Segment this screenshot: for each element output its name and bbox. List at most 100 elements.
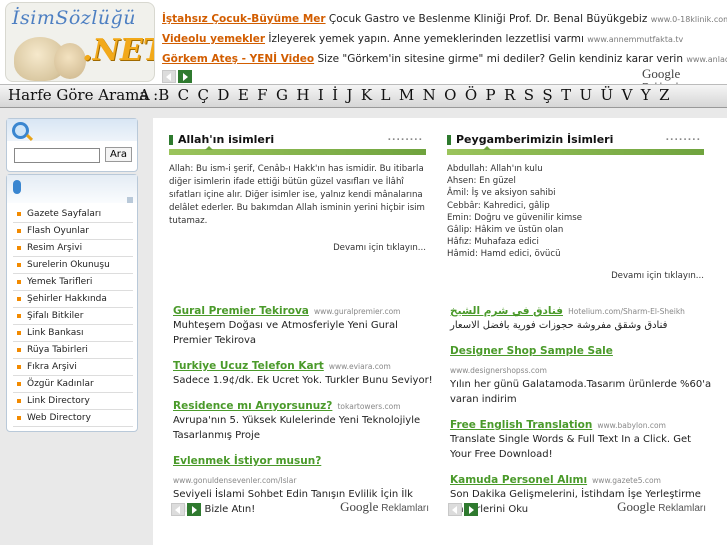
search-header: [7, 119, 137, 141]
left-ads-footer: Google Reklamları: [171, 499, 429, 516]
ad-url[interactable]: www.eviara.com: [329, 362, 391, 371]
google-logo: Google: [617, 499, 656, 514]
ad-url[interactable]: www.guralpremier.com: [314, 307, 400, 316]
letter-link[interactable]: Ö: [465, 86, 477, 104]
search-box: Ara: [6, 118, 138, 172]
menu-item[interactable]: Resim Arşivi: [13, 240, 133, 257]
search-button[interactable]: Ara: [105, 147, 132, 162]
top-ad-text: Çocuk Gastro ve Beslenme Kliniği Prof. D…: [328, 13, 648, 25]
section-title-text[interactable]: Peygamberimizin İsimleri: [456, 133, 613, 146]
menu-item[interactable]: Link Bankası: [13, 325, 133, 342]
letter-link[interactable]: A: [139, 86, 150, 104]
menu-item[interactable]: Özgür Kadınlar: [13, 376, 133, 393]
menu-item[interactable]: Şifalı Bitkiler: [13, 308, 133, 325]
right-ads-footer: Google Reklamları: [448, 499, 706, 516]
letter-link[interactable]: M: [399, 86, 414, 104]
ad-title-line: Gural Premier Tekirova www.guralpremier.…: [173, 299, 435, 318]
search-input[interactable]: [14, 148, 100, 163]
letter-link[interactable]: Ş: [542, 86, 552, 104]
ad-title-link[interactable]: Free English Translation: [450, 419, 592, 431]
letter-link[interactable]: Y: [641, 86, 651, 104]
letter-link[interactable]: L: [381, 86, 391, 104]
ad-title-line: Evlenmek İstiyor musun? www.gonuldenseve…: [173, 449, 435, 487]
menu-item[interactable]: Gazete Sayfaları: [13, 206, 133, 223]
menu-item[interactable]: Flash Oyunlar: [13, 223, 133, 240]
google-logo: Google: [642, 66, 681, 81]
top-ad-title[interactable]: İştahsız Çocuk-Büyüme Mer: [162, 13, 326, 25]
letter-link[interactable]: J: [347, 86, 353, 104]
read-more-link[interactable]: Devamı için tıklayın...: [169, 243, 426, 253]
letter-link[interactable]: H: [296, 86, 309, 104]
ad-title-line: Kamuda Personel Alımı www.gazete5.com: [450, 468, 712, 487]
ad-title-link[interactable]: Gural Premier Tekirova: [173, 305, 309, 317]
letter-link[interactable]: F: [257, 86, 267, 104]
top-ad-title[interactable]: Videolu yemekler: [162, 33, 265, 45]
letter-link[interactable]: T: [561, 86, 571, 104]
prev-arrow-icon[interactable]: [162, 70, 176, 83]
letter-link[interactable]: D: [217, 86, 229, 104]
letter-link[interactable]: İ: [332, 86, 338, 104]
letter-link[interactable]: E: [238, 86, 249, 104]
top-ad: Görkem Ateş - YENİ Video Size "Görkem'in…: [162, 49, 727, 69]
google-ads-label[interactable]: Google Reklamları: [340, 499, 429, 515]
ad-description: Muhteşem Doğası ve Atmosferiyle Yeni Gur…: [173, 320, 398, 346]
prev-arrow-icon[interactable]: [171, 503, 185, 516]
ad-title-link[interactable]: Evlenmek İstiyor musun?: [173, 455, 321, 467]
letter-link[interactable]: V: [622, 86, 633, 104]
read-more-link[interactable]: Devamı için tıklayın...: [447, 271, 704, 281]
section-bar: [447, 146, 704, 155]
site-logo[interactable]: İsimSözlüğü .NET: [5, 2, 155, 82]
letter-link[interactable]: O: [444, 86, 456, 104]
letter-link[interactable]: R: [504, 86, 515, 104]
top-ad-url[interactable]: www.0-18klinik.com: [651, 15, 727, 24]
letter-link[interactable]: S: [524, 86, 534, 104]
next-arrow-icon[interactable]: [178, 70, 192, 83]
prophet-names-list: Abdullah: Allah'ın kulu Ahsen: En güzel Âm…: [447, 163, 704, 261]
next-arrow-icon[interactable]: [187, 503, 201, 516]
ad-title-link[interactable]: Turkiye Ucuz Telefon Kart: [173, 360, 324, 372]
menu-item[interactable]: Rüya Tabirleri: [13, 342, 133, 359]
ad-url[interactable]: www.gonuldensevenler.com/Islar: [173, 476, 296, 485]
letter-link[interactable]: Ç: [198, 86, 209, 104]
ad-title-link[interactable]: Kamuda Personel Alımı: [450, 474, 587, 486]
letter-link[interactable]: G: [276, 86, 288, 104]
letter-link[interactable]: P: [486, 86, 496, 104]
ad-url[interactable]: www.designershopss.com: [450, 366, 547, 375]
menu-item[interactable]: Yemek Tarifleri: [13, 274, 133, 291]
top-ad-url[interactable]: www.anladuy.net: [686, 55, 727, 64]
top-ad-url[interactable]: www.annemmutfakta.tv: [587, 35, 683, 44]
ad-url[interactable]: Hotelium.com/Sharm-El-Sheikh: [568, 307, 685, 316]
letter-link[interactable]: N: [423, 86, 436, 104]
prev-arrow-icon[interactable]: [448, 503, 462, 516]
menu-item[interactable]: Link Directory: [13, 393, 133, 410]
list-item: Abdullah: Allah'ın kulu: [447, 164, 543, 174]
letter-link[interactable]: K: [361, 86, 372, 104]
letter-link[interactable]: I: [318, 86, 324, 104]
menu-item[interactable]: Surelerin Okunuşu: [13, 257, 133, 274]
ad-url[interactable]: tokartowers.com: [337, 402, 400, 411]
menu-item[interactable]: Web Directory: [13, 410, 133, 427]
ad-title-link[interactable]: Designer Shop Sample Sale: [450, 345, 613, 357]
letter-link[interactable]: U: [579, 86, 592, 104]
ad-url[interactable]: www.gazete5.com: [592, 476, 661, 485]
next-arrow-icon[interactable]: [464, 503, 478, 516]
alphabet-label: Harfe Göre Arama :: [8, 86, 159, 104]
prophet-names-section: Peygamberimizin İsimleri........ Abdulla…: [447, 133, 704, 281]
letter-link[interactable]: Ü: [601, 86, 614, 104]
letter-link[interactable]: B: [158, 86, 169, 104]
list-item: Hâfız: Muhafaza edici: [447, 237, 539, 248]
top-ad-title[interactable]: Görkem Ateş - YENİ Video: [162, 53, 314, 65]
ad-title-link[interactable]: فنادق في شرم الشيخ: [450, 305, 563, 317]
google-ads-label[interactable]: Google Reklamları: [617, 499, 706, 515]
menu-item[interactable]: Fıkra Arşivi: [13, 359, 133, 376]
menu-item[interactable]: Şehirler Hakkında: [13, 291, 133, 308]
ad-item: Free English Translation www.babylon.com…: [450, 413, 712, 462]
ad-title-link[interactable]: Residence mı Arıyorsunuz?: [173, 400, 332, 412]
ad-title-line: فنادق في شرم الشيخ Hotelium.com/Sharm-El…: [450, 299, 712, 318]
letter-link[interactable]: C: [178, 86, 189, 104]
letter-link[interactable]: Z: [659, 86, 669, 104]
section-title-text[interactable]: Allah'ın isimleri: [178, 133, 274, 146]
ad-url[interactable]: www.babylon.com: [597, 421, 665, 430]
list-item: Âmil: İş ve aksiyon sahibi: [447, 188, 556, 199]
list-item: Cebbâr: Kahredici, gâlip: [447, 200, 550, 211]
